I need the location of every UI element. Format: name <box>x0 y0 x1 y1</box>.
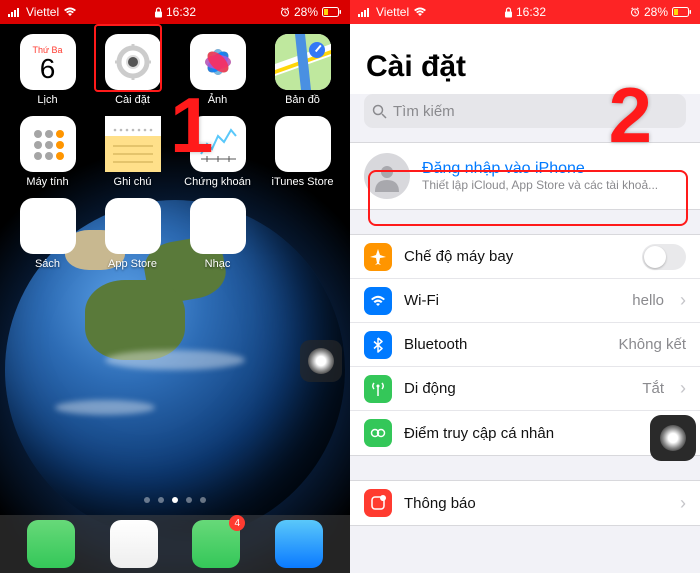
row-label: Bluetooth <box>404 336 606 353</box>
carrier-label: Viettel <box>376 5 409 19</box>
app-notes[interactable]: Ghi chú <box>93 116 172 188</box>
row-bluetooth[interactable]: Bluetooth Không kết <box>350 323 700 367</box>
dock-app-phone[interactable] <box>27 520 75 568</box>
row-value: Không kết <box>618 336 686 353</box>
app-music[interactable]: Nhạc <box>178 198 257 270</box>
annotation-step-2: 2 <box>609 70 652 161</box>
app-label: Lịch <box>37 94 57 106</box>
photos-icon <box>196 40 240 84</box>
row-label: Di động <box>404 380 630 397</box>
wifi-icon <box>369 292 387 310</box>
app-appstore[interactable]: App Store <box>93 198 172 270</box>
dock-app-messages[interactable]: 4 <box>192 520 240 568</box>
row-wifi[interactable]: Wi-Fi hello › <box>350 279 700 323</box>
airplane-toggle[interactable] <box>642 244 686 270</box>
app-label: Bản đồ <box>285 94 320 106</box>
app-label: iTunes Store <box>272 176 334 188</box>
antenna-icon <box>369 380 387 398</box>
search-icon <box>372 104 387 119</box>
app-label: Máy tính <box>26 176 68 188</box>
chevron-right-icon: › <box>680 378 686 399</box>
app-calendar[interactable]: Thứ Ba6 Lịch <box>8 34 87 106</box>
dock: 4 <box>0 515 350 573</box>
airplane-icon <box>369 248 387 266</box>
row-hotspot[interactable]: Điểm truy cập cá nhân › <box>350 411 700 455</box>
app-itunes-store[interactable]: iTunes Store <box>263 116 342 188</box>
chevron-right-icon: › <box>680 290 686 311</box>
wifi-icon <box>413 7 427 17</box>
app-label: Sách <box>35 258 60 270</box>
music-icon <box>201 209 235 243</box>
settings-group-connectivity: Chế độ máy bay Wi-Fi hello › Bluetooth K… <box>350 234 700 456</box>
annotation-step-1: 1 <box>170 80 213 171</box>
battery-pct: 28% <box>644 5 668 19</box>
alarm-icon <box>630 7 640 17</box>
signal-icon <box>358 7 372 17</box>
assistive-touch[interactable] <box>650 415 696 461</box>
app-label: Ghi chú <box>114 176 152 188</box>
row-label: Wi-Fi <box>404 292 620 309</box>
calculator-icon <box>28 124 68 164</box>
dock-app-safari[interactable] <box>110 520 158 568</box>
notes-icon <box>105 116 161 172</box>
badge: 4 <box>229 515 245 531</box>
row-airplane[interactable]: Chế độ máy bay <box>350 235 700 279</box>
row-cellular[interactable]: Di động Tắt › <box>350 367 700 411</box>
wifi-icon <box>63 7 77 17</box>
row-label: Chế độ máy bay <box>404 248 630 265</box>
page-indicator[interactable] <box>0 497 350 503</box>
notifications-icon <box>369 494 387 512</box>
chevron-right-icon: › <box>680 493 686 514</box>
row-label: Thông báo <box>404 495 664 512</box>
app-label: App Store <box>108 258 157 270</box>
battery-pct: 28% <box>294 5 318 19</box>
row-label: Điểm truy cập cá nhân <box>404 425 664 442</box>
app-books[interactable]: Sách <box>8 198 87 270</box>
battery-icon <box>322 7 342 17</box>
settings-group-notifications: Thông báo › <box>350 480 700 526</box>
star-icon <box>285 126 321 162</box>
dock-app-mail[interactable] <box>275 520 323 568</box>
battery-icon <box>672 7 692 17</box>
calendar-day: 6 <box>40 55 56 83</box>
row-notifications[interactable]: Thông báo › <box>350 481 700 525</box>
annotation-highlight-1 <box>94 24 162 92</box>
status-bar: Viettel 16:32 28% <box>0 0 350 24</box>
row-value: Tắt <box>642 380 664 397</box>
assistive-touch[interactable] <box>300 340 342 382</box>
status-bar: Viettel 16:32 28% <box>350 0 700 24</box>
appstore-icon <box>114 207 152 245</box>
clock-label: 16:32 <box>516 5 546 19</box>
maps-icon <box>275 34 331 90</box>
bluetooth-icon <box>369 336 387 354</box>
alarm-icon <box>280 7 290 17</box>
carrier-label: Viettel <box>26 5 59 19</box>
lock-icon <box>504 7 513 18</box>
app-label: Cài đặt <box>115 94 150 106</box>
annotation-highlight-2 <box>368 170 688 226</box>
row-value: hello <box>632 292 664 309</box>
search-placeholder: Tìm kiếm <box>393 103 455 120</box>
app-calculator[interactable]: Máy tính <box>8 116 87 188</box>
lock-icon <box>154 7 163 18</box>
signal-icon <box>8 7 22 17</box>
clock-label: 16:32 <box>166 5 196 19</box>
app-label: Chứng khoán <box>184 176 251 188</box>
app-label: Nhạc <box>205 258 231 270</box>
app-maps[interactable]: Bản đồ <box>263 34 342 106</box>
hotspot-icon <box>369 424 387 442</box>
books-icon <box>28 206 68 246</box>
